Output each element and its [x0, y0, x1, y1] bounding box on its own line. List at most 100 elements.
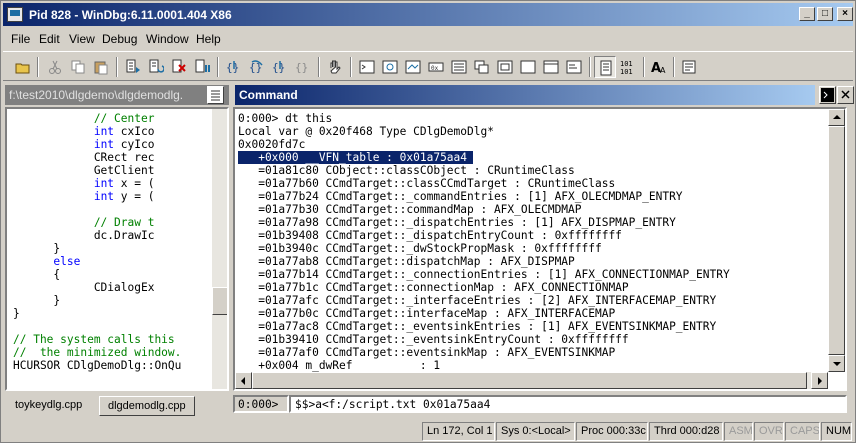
- cut-icon[interactable]: [44, 56, 66, 78]
- scratch-pad-icon[interactable]: [517, 56, 539, 78]
- run-to-cursor-icon[interactable]: {}: [292, 56, 314, 78]
- command-line: 0x0020fd7c: [238, 138, 306, 151]
- copy-icon[interactable]: [67, 56, 89, 78]
- binary-display-icon[interactable]: 101 101: [617, 56, 639, 78]
- source-code: // Center int cxIco int cyIco CRect rec …: [13, 112, 181, 372]
- command-line: =01a77b14 CCmdTarget::_connectionEntries…: [238, 268, 730, 281]
- call-stack-icon[interactable]: [471, 56, 493, 78]
- tab-toykeydlg[interactable]: toykeydlg.cpp: [7, 396, 90, 416]
- step-into-icon[interactable]: {}: [223, 56, 245, 78]
- step-out-icon[interactable]: {}: [269, 56, 291, 78]
- scroll-up-button[interactable]: [828, 109, 845, 126]
- source-scroll-thumb[interactable]: [212, 287, 227, 315]
- status-thrd: Thrd 000:d28: [649, 422, 723, 441]
- command-line: =01a77ab8 CCmdTarget::dispatchMap : AFX_…: [238, 255, 575, 268]
- command-line: =01b39408 CCmdTarget::_dispatchEntryCoun…: [238, 229, 622, 242]
- close-button[interactable]: ×: [837, 7, 853, 21]
- menu-bar: File Edit View Debug Window Help: [3, 29, 853, 49]
- memory-window-icon[interactable]: [448, 56, 470, 78]
- source-line: }: [13, 294, 61, 307]
- hand-icon[interactable]: [324, 56, 346, 78]
- font-icon[interactable]: AA: [648, 56, 670, 78]
- command-hscroll-thumb[interactable]: [252, 372, 807, 389]
- source-line: GetClient: [13, 164, 155, 177]
- options-icon[interactable]: [678, 56, 700, 78]
- command-pane-menu-button[interactable]: [819, 86, 836, 104]
- svg-text:A: A: [660, 66, 666, 75]
- source-line: CRect rec: [13, 151, 155, 164]
- command-line: =01b3940c CCmdTarget::_dwStockPropMask :…: [238, 242, 602, 255]
- command-output[interactable]: 0:000> dt this Local var @ 0x20f468 Type …: [233, 107, 847, 391]
- minimize-button[interactable]: _: [799, 7, 815, 21]
- windbg-window: Pid 828 - WinDbg:6.11.0001.404 X86 _ □ ×…: [0, 0, 856, 443]
- status-asm: ASM: [724, 422, 753, 441]
- menu-view[interactable]: View: [69, 32, 95, 46]
- menu-edit[interactable]: Edit: [39, 32, 60, 46]
- command-pane-title[interactable]: Command: [235, 85, 815, 105]
- open-icon[interactable]: [12, 56, 34, 78]
- source-line: // Draw t: [13, 216, 155, 229]
- processes-threads-icon[interactable]: [540, 56, 562, 78]
- status-ovr: OVR: [754, 422, 784, 441]
- disassembly-icon[interactable]: [494, 56, 516, 78]
- registers-window-icon[interactable]: 0x: [425, 56, 447, 78]
- maximize-button[interactable]: □: [817, 7, 833, 21]
- command-line: 0:000> dt this: [238, 112, 333, 125]
- source-pane-title[interactable]: f:\test2010\dlgdemo\dlgdemodlg.: [5, 85, 229, 105]
- command-input[interactable]: $$>a<f:/script.txt 0x01a75aa4: [289, 395, 847, 413]
- status-caps: CAPS: [785, 422, 820, 441]
- source-line: [13, 203, 181, 216]
- watch-window-icon[interactable]: [379, 56, 401, 78]
- source-mode-icon[interactable]: [594, 56, 616, 78]
- source-line: int x = (: [93, 177, 155, 190]
- command-line: =01a81c80 CObject::classCObject : CRunti…: [238, 164, 575, 177]
- source-menu-button[interactable]: [207, 86, 224, 104]
- step-over-icon[interactable]: {}: [246, 56, 268, 78]
- source-line: dc.DrawIc: [13, 229, 155, 242]
- source-vertical-scrollbar[interactable]: [212, 109, 227, 389]
- command-line: +0x004 m_dwRef : 1: [238, 359, 441, 372]
- command-line: =01a77b1c CCmdTarget::connectionMap : AF…: [238, 281, 629, 294]
- source-line: }: [13, 242, 61, 255]
- window-title: Pid 828 - WinDbg:6.11.0001.404 X86: [29, 8, 232, 22]
- source-line: // Center: [13, 112, 155, 125]
- menu-help[interactable]: Help: [196, 32, 221, 46]
- menu-window[interactable]: Window: [146, 32, 189, 46]
- command-line: =01b39410 CCmdTarget::_eventsinkEntryCou…: [238, 333, 629, 346]
- command-line: =01a77a98 CCmdTarget::_dispatchEntries :…: [238, 216, 676, 229]
- go-icon[interactable]: [122, 56, 144, 78]
- scroll-down-button[interactable]: [828, 355, 845, 372]
- source-line: int cxIco: [93, 125, 155, 138]
- break-icon[interactable]: [191, 56, 213, 78]
- menu-debug[interactable]: Debug: [102, 32, 137, 46]
- command-line: =01a77b0c CCmdTarget::interfaceMap : AFX…: [238, 307, 616, 320]
- restart-icon[interactable]: [145, 56, 167, 78]
- menu-file[interactable]: File: [11, 32, 30, 46]
- locals-window-icon[interactable]: [402, 56, 424, 78]
- toolbar: {} {} {} {} 0x 101 101 AA: [3, 51, 853, 81]
- source-line: }: [13, 307, 20, 320]
- tab-dlgdemodlg[interactable]: dlgdemodlg.cpp: [99, 396, 195, 416]
- source-line: {: [13, 268, 61, 281]
- command-scroll-thumb[interactable]: [828, 126, 845, 355]
- command-line-selected: +0x000 __VFN_table : 0x01a75aa4: [238, 151, 474, 164]
- source-line: HCURSOR CDlgDemoDlg::OnQu: [13, 359, 182, 372]
- paste-icon[interactable]: [90, 56, 112, 78]
- svg-text:101: 101: [620, 60, 633, 68]
- source-editor[interactable]: // Center int cxIco int cyIco CRect rec …: [5, 107, 229, 391]
- source-line: CDialogEx: [13, 281, 155, 294]
- svg-text:{}: {}: [226, 61, 239, 74]
- svg-text:0x: 0x: [431, 65, 439, 72]
- command-window-icon[interactable]: [356, 56, 378, 78]
- scroll-left-button[interactable]: [235, 372, 252, 389]
- command-vertical-scrollbar[interactable]: [828, 109, 845, 372]
- source-line: int cyIco: [93, 138, 155, 151]
- command-pane-close-button[interactable]: [837, 86, 854, 104]
- command-output-text: 0:000> dt this Local var @ 0x20f468 Type …: [238, 112, 730, 385]
- windbg-app-icon: [7, 7, 23, 22]
- title-bar[interactable]: Pid 828 - WinDbg:6.11.0001.404 X86 _ □ ×: [3, 3, 853, 26]
- command-horizontal-scrollbar[interactable]: [235, 372, 828, 389]
- source-window-icon[interactable]: [563, 56, 585, 78]
- stop-debugging-icon[interactable]: [168, 56, 190, 78]
- scroll-right-button[interactable]: [811, 372, 828, 389]
